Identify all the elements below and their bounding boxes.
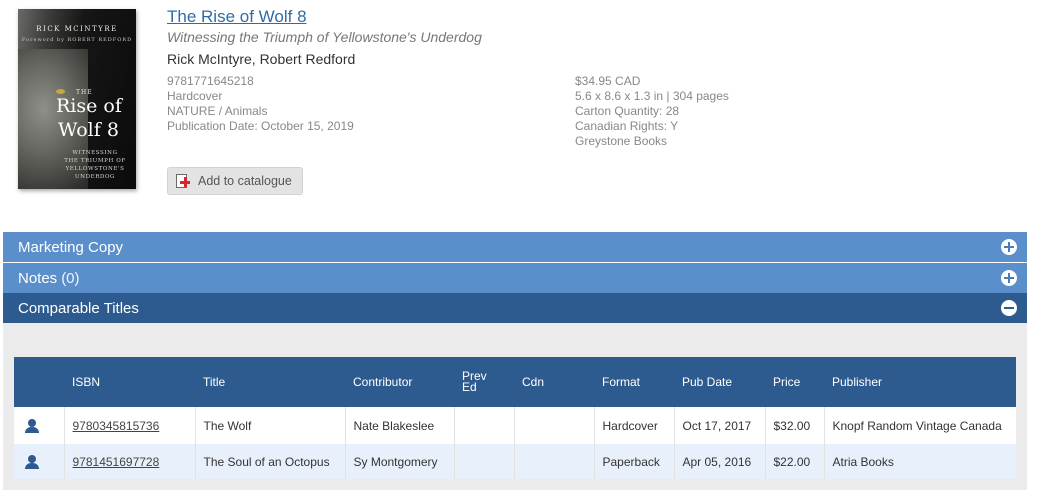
book-format: Hardcover: [167, 89, 223, 103]
isbn-link[interactable]: 9780345815736: [73, 419, 160, 433]
row-title: The Wolf: [195, 407, 346, 444]
comparable-titles-table: ISBN Title Contributor Prev Ed Cdn Forma…: [14, 357, 1016, 479]
book-publisher: Greystone Books: [575, 134, 668, 148]
book-carton-quantity: Carton Quantity: 28: [575, 104, 680, 118]
section-comparable-titles[interactable]: Comparable Titles: [3, 293, 1027, 323]
add-to-catalogue-button[interactable]: Add to catalogue: [167, 167, 303, 195]
table-header-row: ISBN Title Contributor Prev Ed Cdn Forma…: [14, 357, 1016, 407]
row-pub-date: Oct 17, 2017: [674, 407, 766, 444]
row-contributor: Nate Blakeslee: [345, 407, 455, 444]
row-isbn: 9781451697728: [64, 444, 196, 479]
row-icon-cell[interactable]: [14, 407, 65, 444]
row-format: Paperback: [594, 444, 675, 479]
person-icon[interactable]: [25, 418, 39, 433]
col-publisher[interactable]: Publisher: [824, 357, 1016, 407]
row-contributor: Sy Montgomery: [345, 444, 455, 479]
row-isbn: 9780345815736: [64, 407, 196, 444]
row-cdn: [514, 407, 595, 444]
col-price[interactable]: Price: [765, 357, 824, 407]
row-prev-ed: [454, 444, 515, 479]
col-contributor[interactable]: Contributor: [345, 357, 454, 407]
book-subtitle: Witnessing the Triumph of Yellowstone's …: [167, 29, 482, 45]
book-rights: Canadian Rights: Y: [575, 119, 679, 133]
col-title[interactable]: Title: [195, 357, 345, 407]
cover-wolf-eye: [56, 89, 65, 94]
comparable-titles-panel: ISBN Title Contributor Prev Ed Cdn Forma…: [3, 323, 1027, 490]
book-category: NATURE / Animals: [167, 104, 268, 118]
table-row: 9781451697728 The Soul of an Octopus Sy …: [14, 444, 1016, 479]
catalogue-add-icon: [176, 173, 190, 189]
book-publication-date: Publication Date: October 15, 2019: [167, 119, 354, 133]
book-meta-left: 9781771645218 Hardcover NATURE / Animals…: [167, 74, 354, 134]
col-icon: [14, 357, 64, 407]
cover-title-line2: Wolf 8: [58, 119, 119, 141]
section-notes-label: Notes: [18, 269, 58, 287]
row-title: The Soul of an Octopus: [195, 444, 346, 479]
add-to-catalogue-label: Add to catalogue: [198, 174, 292, 188]
row-price: $22.00: [765, 444, 825, 479]
col-prev-ed-line2: Ed: [462, 380, 477, 394]
col-isbn[interactable]: ISBN: [64, 357, 195, 407]
row-price: $32.00: [765, 407, 825, 444]
book-contributors: Rick McIntyre, Robert Redford: [167, 51, 356, 67]
cover-subtitle: WITNESSING THE TRIUMPH OF YELLOWSTONE'S …: [56, 149, 134, 181]
book-price: $34.95 CAD: [575, 74, 641, 88]
book-cover-image[interactable]: RICK MCINTYRE Foreword by ROBERT REDFORD…: [18, 9, 136, 189]
person-icon[interactable]: [25, 454, 39, 469]
section-notes-count: (0): [61, 269, 80, 287]
plus-circle-icon[interactable]: [1001, 270, 1017, 286]
row-publisher: Knopf Random Vintage Canada: [832, 418, 1002, 433]
cover-author: RICK MCINTYRE: [36, 25, 118, 33]
col-format[interactable]: Format: [594, 357, 674, 407]
cover-sub-line: WITNESSING: [72, 150, 118, 156]
row-format: Hardcover: [594, 407, 675, 444]
section-marketing-copy-label: Marketing Copy: [18, 238, 124, 256]
cover-sub-line: THE TRIUMPH OF: [64, 158, 126, 164]
section-comparable-titles-label: Comparable Titles: [18, 299, 139, 317]
row-icon-cell[interactable]: [14, 444, 65, 479]
cover-sub-line: UNDERDOG: [74, 174, 116, 180]
row-publisher: Atria Books: [832, 454, 894, 469]
row-prev-ed: [454, 407, 515, 444]
book-dimensions: 5.6 x 8.6 x 1.3 in | 304 pages: [575, 89, 729, 103]
cover-sub-line: YELLOWSTONE'S: [65, 166, 125, 172]
row-cdn: [514, 444, 595, 479]
cover-title-line1: Rise of: [56, 95, 122, 117]
minus-circle-icon[interactable]: [1001, 300, 1017, 316]
book-meta-right: $34.95 CAD 5.6 x 8.6 x 1.3 in | 304 page…: [575, 74, 729, 149]
book-title-link[interactable]: The Rise of Wolf 8: [167, 7, 307, 27]
row-pub-date: Apr 05, 2016: [674, 444, 766, 479]
plus-circle-icon[interactable]: [1001, 239, 1017, 255]
isbn-link[interactable]: 9781451697728: [73, 455, 160, 469]
section-notes[interactable]: Notes (0): [3, 263, 1027, 293]
col-pub-date[interactable]: Pub Date: [674, 357, 765, 407]
section-marketing-copy[interactable]: Marketing Copy: [3, 232, 1027, 262]
table-row: 9780345815736 The Wolf Nate Blakeslee Ha…: [14, 407, 1016, 444]
book-isbn: 9781771645218: [167, 74, 254, 88]
col-prev-ed[interactable]: Prev Ed: [454, 357, 514, 407]
col-cdn[interactable]: Cdn: [514, 357, 594, 407]
cover-foreword: Foreword by ROBERT REDFORD: [21, 37, 133, 43]
